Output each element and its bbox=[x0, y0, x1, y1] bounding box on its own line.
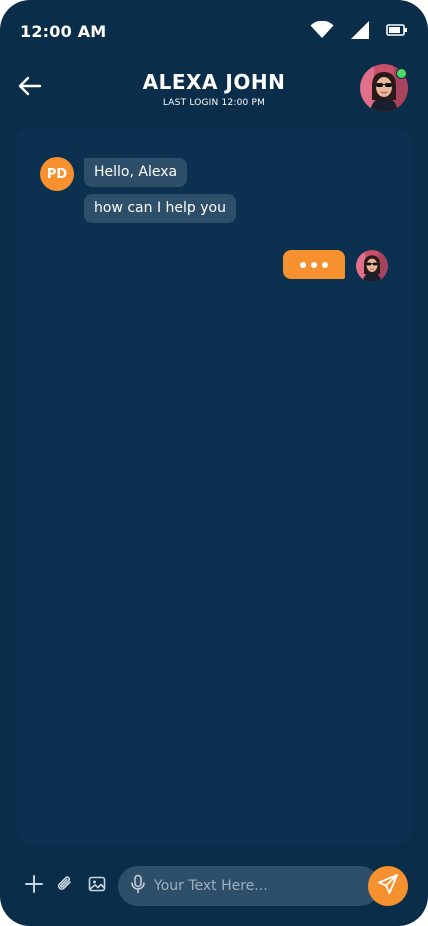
typing-indicator bbox=[283, 250, 345, 279]
status-time: 12:00 AM bbox=[20, 22, 107, 41]
image-icon bbox=[87, 874, 107, 898]
message-input-container bbox=[118, 866, 380, 906]
microphone-icon bbox=[130, 874, 146, 898]
message-input[interactable] bbox=[154, 874, 364, 898]
typing-dot bbox=[311, 261, 317, 268]
chat-header: ALEXA JOHN LAST LOGIN 12:00 PM bbox=[0, 64, 428, 120]
paperclip-icon bbox=[55, 874, 75, 898]
avatar-image bbox=[356, 250, 388, 282]
sender-avatar: PD bbox=[40, 157, 74, 191]
message-composer bbox=[0, 858, 428, 914]
add-button[interactable] bbox=[22, 874, 46, 898]
message-list[interactable]: PD Hello, Alexa how can I help you bbox=[16, 128, 412, 844]
typing-dot bbox=[322, 261, 328, 268]
signal-icon bbox=[350, 20, 370, 40]
battery-icon bbox=[386, 24, 408, 36]
attach-button[interactable] bbox=[53, 874, 77, 898]
typing-dot bbox=[300, 261, 306, 268]
message-bubble: how can I help you bbox=[84, 194, 236, 223]
send-icon bbox=[377, 873, 399, 899]
contact-avatar[interactable] bbox=[360, 64, 408, 112]
chat-screen: 12:00 AM ALEXA JOHN LAST LOGIN 12:00 PM … bbox=[0, 0, 428, 926]
status-bar: 12:00 AM bbox=[0, 0, 428, 64]
send-button[interactable] bbox=[368, 866, 408, 906]
plus-icon bbox=[24, 874, 44, 898]
message-bubble: Hello, Alexa bbox=[84, 158, 188, 187]
image-button[interactable] bbox=[85, 874, 109, 898]
voice-button[interactable] bbox=[128, 874, 148, 898]
online-status-dot bbox=[396, 68, 407, 79]
status-icons bbox=[310, 20, 408, 40]
wifi-icon bbox=[310, 21, 334, 39]
my-avatar bbox=[356, 250, 388, 282]
